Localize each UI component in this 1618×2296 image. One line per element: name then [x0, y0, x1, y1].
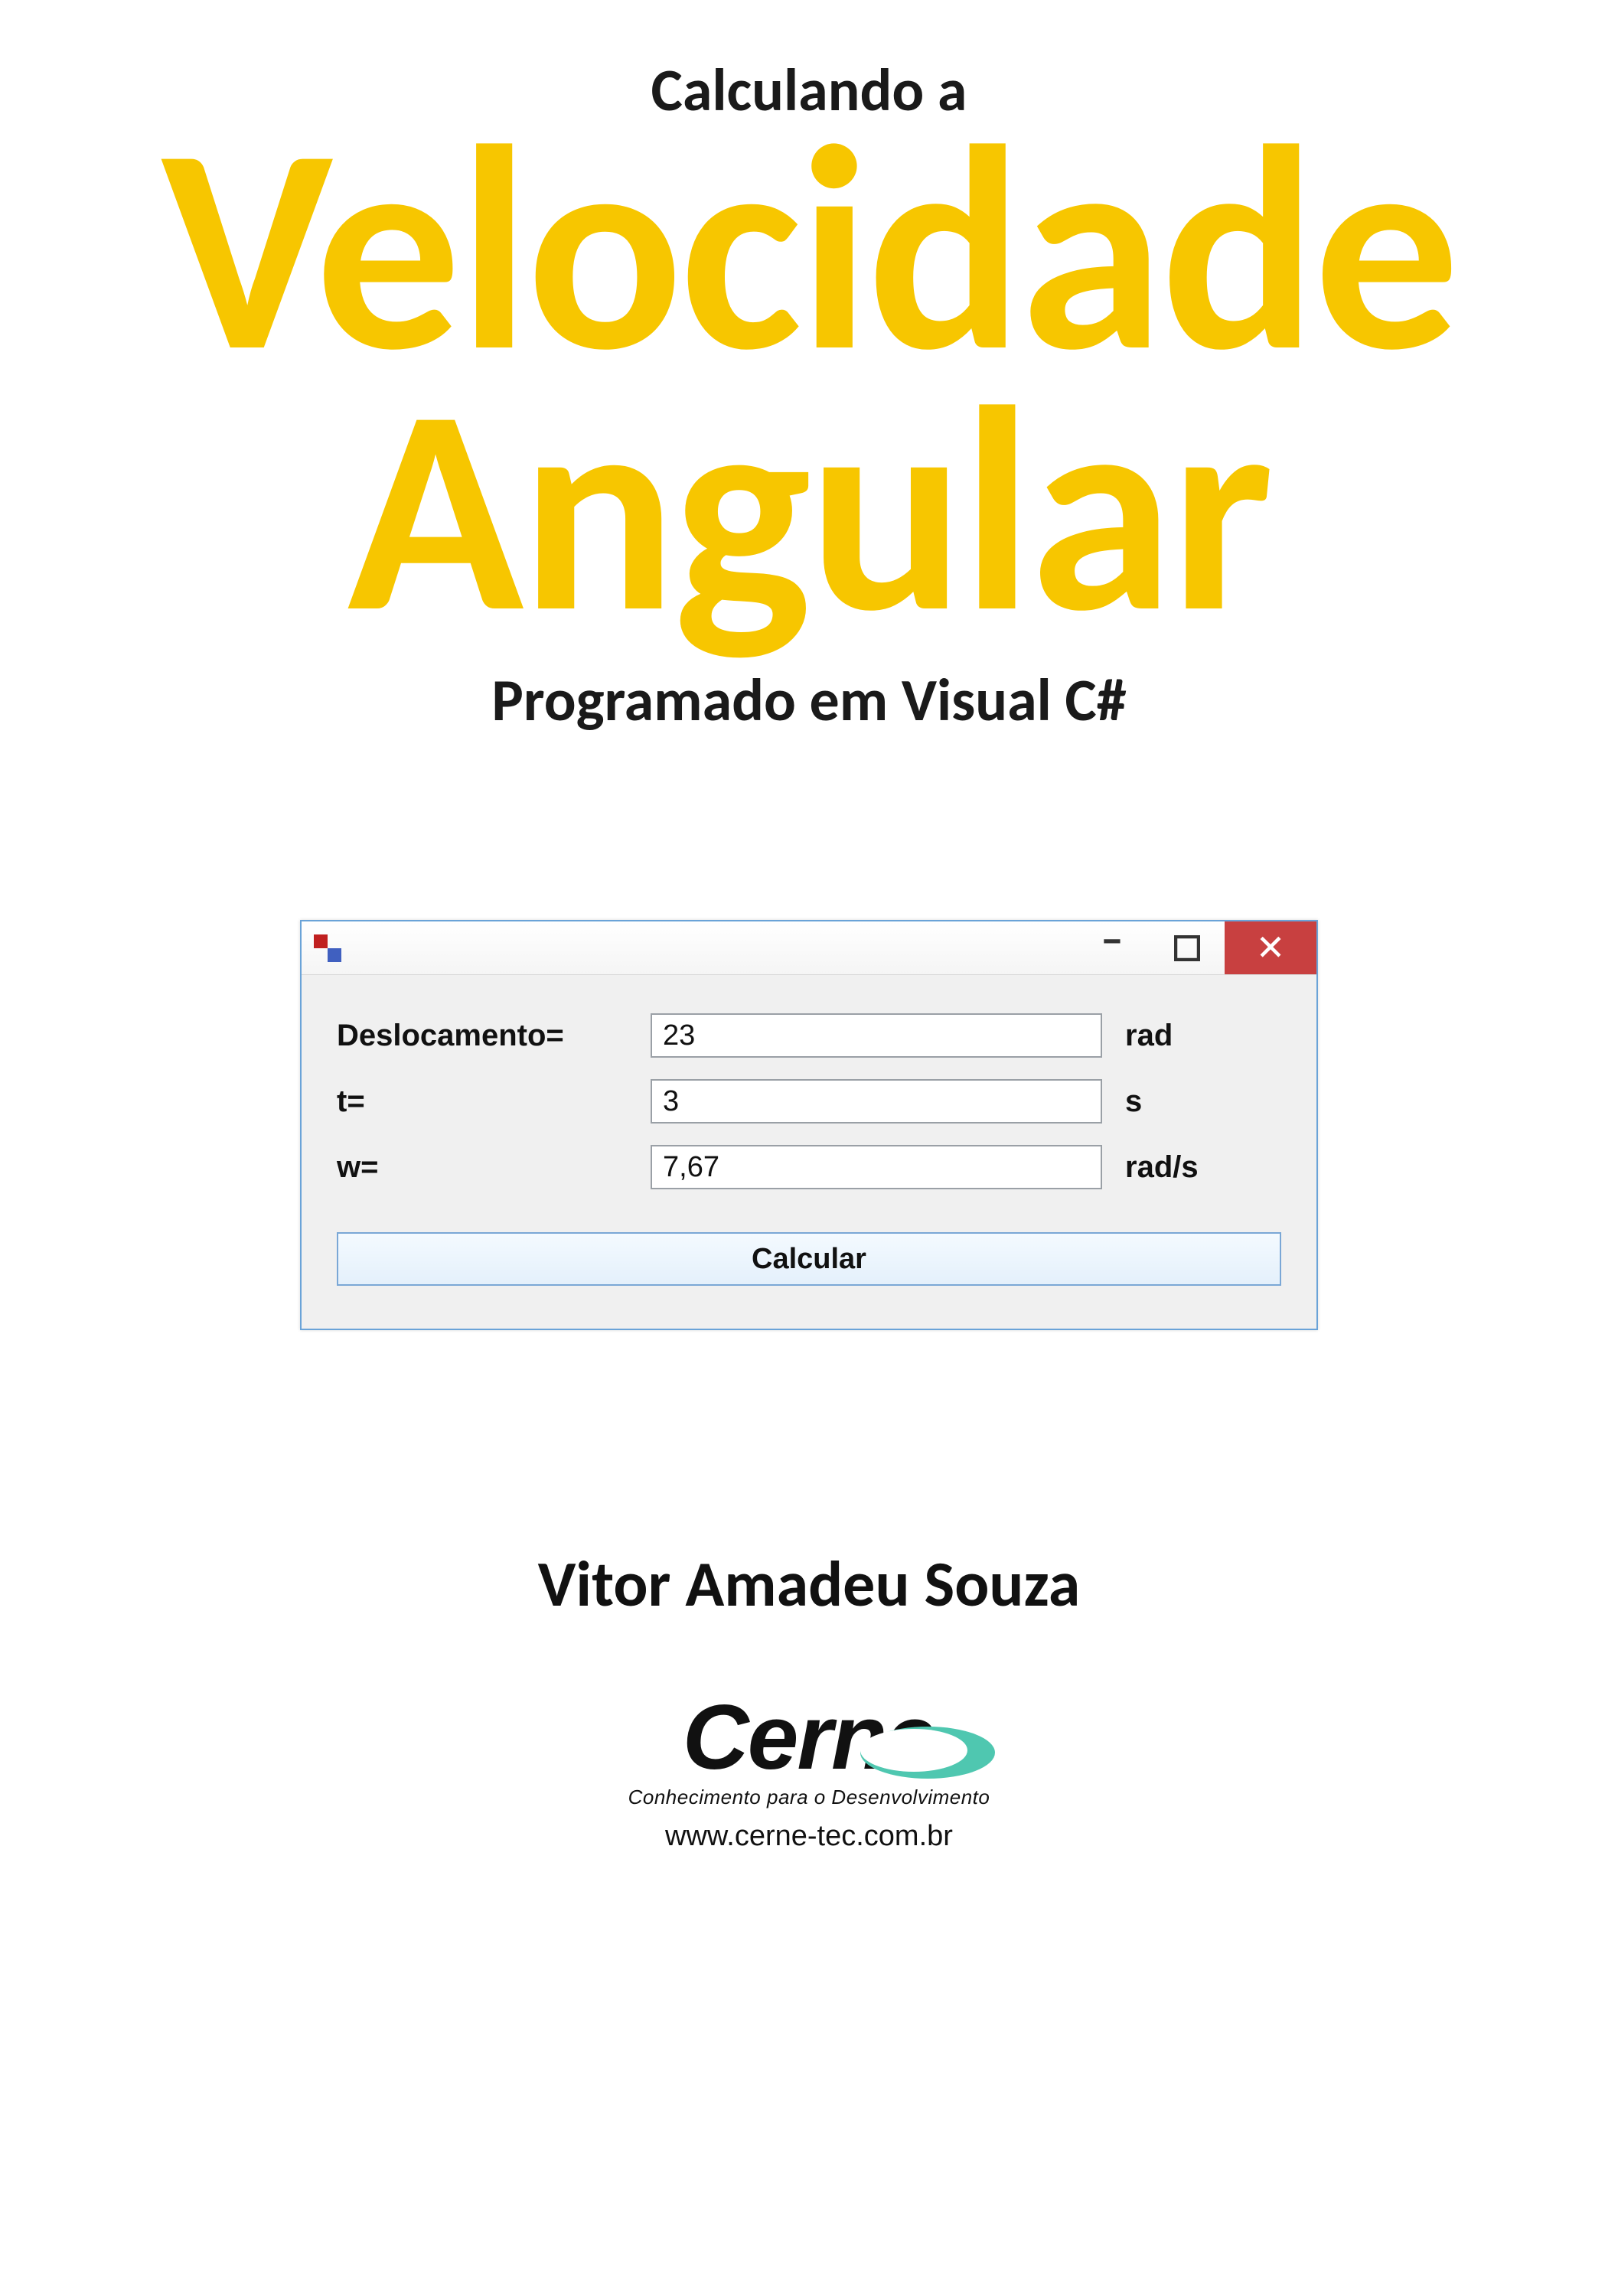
close-button[interactable]: ✕: [1225, 921, 1316, 974]
logo-row: Cerne: [683, 1684, 935, 1790]
app-window: – ✕ Deslocamento= 23 rad t= 3 s w=: [300, 920, 1318, 1330]
maximize-button[interactable]: [1150, 921, 1225, 974]
maximize-icon: [1174, 935, 1200, 961]
app-icon: [314, 934, 341, 962]
unit-deslocamento: rad: [1125, 1019, 1263, 1053]
label-t: t=: [337, 1084, 628, 1119]
unit-t: s: [1125, 1084, 1263, 1119]
window-controls: – ✕: [1075, 921, 1316, 974]
form-grid: Deslocamento= 23 rad t= 3 s w= 7,67 rad/…: [337, 1013, 1281, 1189]
title-main-line2: Angular: [347, 372, 1271, 648]
label-deslocamento: Deslocamento=: [337, 1019, 628, 1053]
input-t[interactable]: 3: [651, 1079, 1102, 1124]
window-titlebar: – ✕: [302, 921, 1316, 975]
calculate-button[interactable]: Calcular: [337, 1232, 1281, 1286]
minimize-button[interactable]: –: [1075, 921, 1150, 974]
input-w[interactable]: 7,67: [651, 1145, 1102, 1189]
publisher-logo: Cerne Conhecimento para o Desenvolviment…: [628, 1684, 990, 1853]
author-name: Vitor Amadeu Souza: [538, 1544, 1080, 1623]
label-w: w=: [337, 1150, 628, 1185]
logo-swoosh-icon: [859, 1718, 1027, 1787]
close-icon: ✕: [1256, 927, 1286, 970]
input-deslocamento[interactable]: 23: [651, 1013, 1102, 1058]
title-sub: Programado em Visual C#: [491, 664, 1126, 736]
book-cover: Calculando a Velocidade Angular Programa…: [0, 0, 1618, 2296]
window-client-area: Deslocamento= 23 rad t= 3 s w= 7,67 rad/…: [302, 975, 1316, 1329]
unit-w: rad/s: [1125, 1150, 1263, 1185]
logo-url: www.cerne-tec.com.br: [665, 1820, 953, 1853]
